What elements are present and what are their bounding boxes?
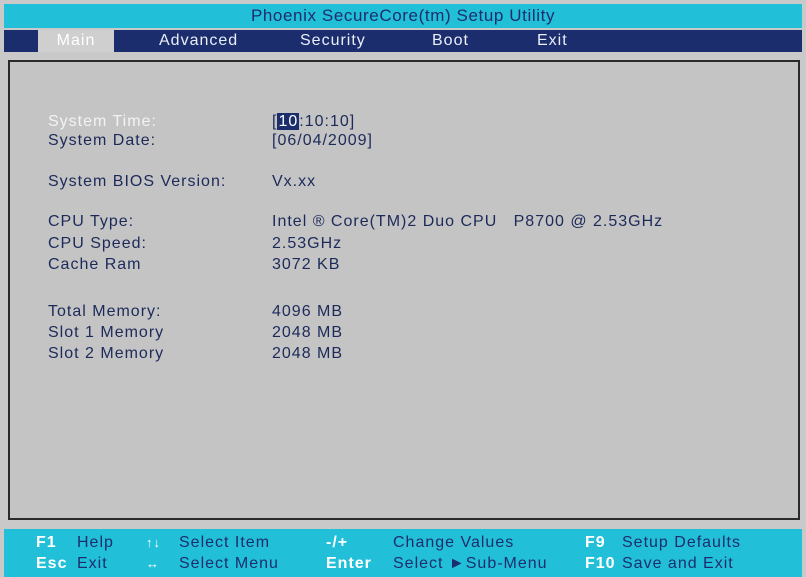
- save-and-exit-hint: Save and Exit: [622, 555, 734, 572]
- slot1-memory-label: Slot 1 Memory: [48, 324, 165, 341]
- help-hint: Help: [77, 534, 114, 551]
- main-panel: System Time: [10:10:10] System Date: [06…: [8, 60, 800, 520]
- menu-advanced[interactable]: Advanced: [159, 30, 238, 52]
- system-date-label: System Date:: [48, 132, 157, 149]
- bios-screen: Phoenix SecureCore(tm) Setup Utility Mai…: [0, 0, 806, 577]
- up-down-arrows-icon: ↑↓: [146, 535, 161, 550]
- menu-exit[interactable]: Exit: [537, 30, 568, 52]
- exit-hint: Exit: [77, 555, 108, 572]
- slot2-memory-value: 2048 MB: [272, 345, 344, 362]
- cache-ram-label: Cache Ram: [48, 256, 142, 273]
- bios-version-label: System BIOS Version:: [48, 173, 227, 190]
- cpu-type-label: CPU Type:: [48, 213, 135, 230]
- title-bar: Phoenix SecureCore(tm) Setup Utility: [4, 4, 802, 28]
- cpu-speed-value: 2.53GHz: [272, 235, 343, 252]
- f9-key: F9: [585, 534, 606, 551]
- system-time-hour-field[interactable]: 10: [277, 113, 300, 130]
- menu-boot[interactable]: Boot: [432, 30, 469, 52]
- slot2-memory-label: Slot 2 Memory: [48, 345, 165, 362]
- app-title: Phoenix SecureCore(tm) Setup Utility: [250, 6, 556, 25]
- cpu-speed-label: CPU Speed:: [48, 235, 147, 252]
- select-menu-hint: Select Menu: [179, 555, 279, 572]
- left-right-arrows-icon: ↔: [146, 556, 160, 571]
- menu-main[interactable]: Main: [38, 30, 114, 52]
- menu-security[interactable]: Security: [300, 30, 366, 52]
- select-item-hint: Select Item: [179, 534, 271, 551]
- f10-key: F10: [585, 555, 616, 572]
- cache-ram-value: 3072 KB: [272, 256, 341, 273]
- total-memory-label: Total Memory:: [48, 303, 162, 320]
- enter-key: Enter: [326, 555, 372, 572]
- plus-minus-key: -/+: [326, 534, 349, 551]
- system-time-rest: :10:10]: [299, 113, 356, 130]
- system-time-label: System Time:: [48, 113, 157, 130]
- change-values-hint: Change Values: [393, 534, 515, 551]
- bios-version-value: Vx.xx: [272, 173, 317, 190]
- system-date-value[interactable]: [06/04/2009]: [272, 131, 373, 151]
- total-memory-value: 4096 MB: [272, 303, 344, 320]
- f1-key: F1: [36, 534, 57, 551]
- slot1-memory-value: 2048 MB: [272, 324, 344, 341]
- esc-key: Esc: [36, 555, 68, 572]
- menu-bar: Main Advanced Security Boot Exit: [4, 30, 802, 52]
- cpu-type-value: Intel ® Core(TM)2 Duo CPU P8700 @ 2.53GH…: [272, 213, 664, 230]
- select-submenu-hint: Select ►Sub-Menu: [393, 555, 548, 572]
- setup-defaults-hint: Setup Defaults: [622, 534, 741, 551]
- system-time-value[interactable]: [10:10:10]: [272, 112, 355, 132]
- key-help-row-2: Esc Exit ↔ Select Menu Enter Select ►Sub…: [4, 553, 802, 575]
- key-help-bar: F1 Help ↑↓ Select Item -/+ Change Values…: [4, 529, 802, 577]
- key-help-row-1: F1 Help ↑↓ Select Item -/+ Change Values…: [4, 532, 802, 554]
